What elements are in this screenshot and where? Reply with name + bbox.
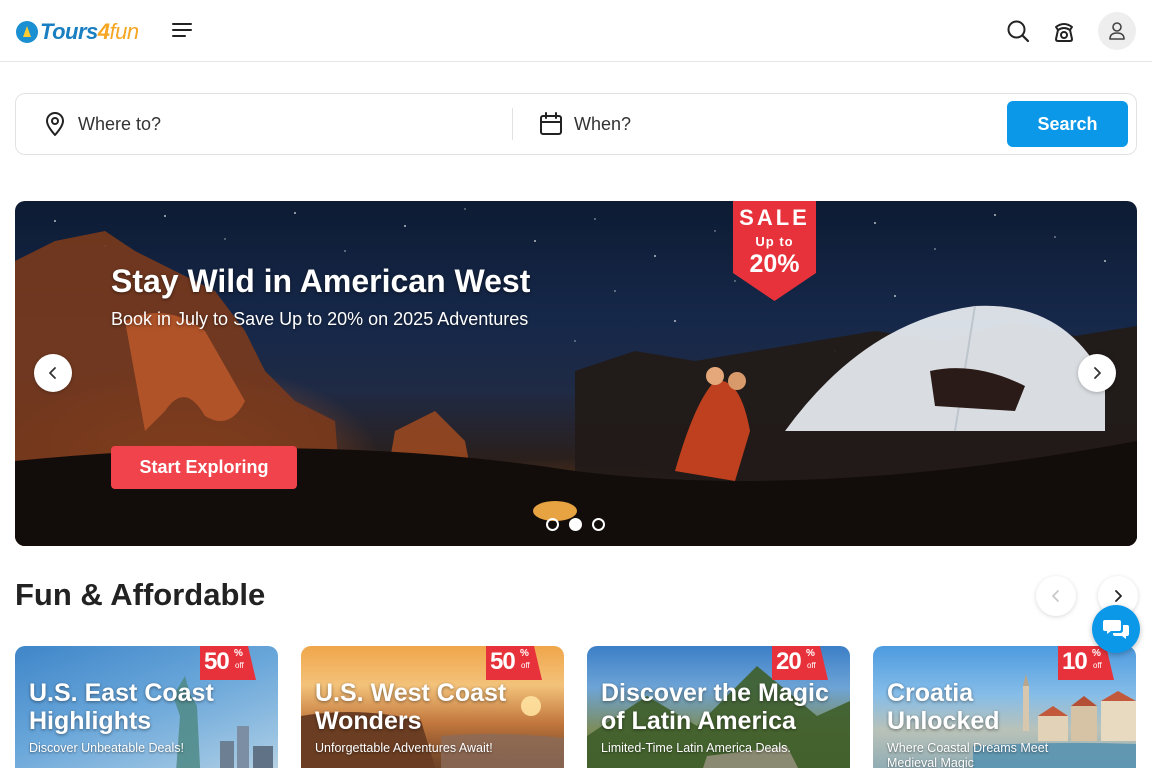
chevron-left-icon <box>49 367 56 379</box>
card-title-line2: of Latin America <box>601 707 796 735</box>
hero-background-illustration <box>15 208 1137 546</box>
sale-badge-line2: Up to <box>755 234 794 249</box>
carousel-dot-3[interactable] <box>592 518 605 531</box>
phone-support-icon[interactable] <box>1050 17 1078 45</box>
card-title-line1: Croatia <box>887 679 974 707</box>
carousel-dot-1[interactable] <box>546 518 559 531</box>
section-prev-button[interactable] <box>1036 576 1076 616</box>
card-title: U.S. West Coast Wonders <box>315 679 555 735</box>
search-icon[interactable] <box>1004 17 1032 45</box>
chat-button[interactable] <box>1092 605 1140 653</box>
top-header: Tours4fun <box>0 0 1152 62</box>
date-placeholder: When? <box>574 113 632 134</box>
logo-text-fun: fun <box>109 19 140 44</box>
hero-banner: Stay Wild in American West Book in July … <box>15 201 1137 546</box>
discount-badge: 20 % off <box>772 646 828 680</box>
card-title-line1: Discover the Magic <box>601 679 829 707</box>
menu-icon[interactable] <box>172 20 196 42</box>
discount-badge: 50 % off <box>486 646 542 680</box>
carousel-dot-2[interactable] <box>569 518 582 531</box>
discount-percent: % <box>1092 648 1101 659</box>
card-title-line2: Unlocked <box>887 707 1000 735</box>
deal-card-croatia[interactable]: 10 % off Croatia Unlocked Where Coastal D… <box>873 646 1136 768</box>
sale-badge: SALE Up to 20% <box>733 201 816 301</box>
card-title-line2: Wonders <box>315 707 422 735</box>
discount-value: 20 <box>776 648 802 675</box>
hero-next-button[interactable] <box>1078 354 1116 392</box>
logo-text-tours: Tours <box>40 19 98 44</box>
section-title: Fun & Affordable <box>15 577 266 612</box>
card-title-line2: Highlights <box>29 707 152 735</box>
date-field[interactable]: When? <box>538 108 631 140</box>
card-title: Discover the Magic of Latin America <box>601 679 841 735</box>
discount-value: 50 <box>490 648 516 675</box>
card-subtitle: Discover Unbeatable Deals! <box>29 741 184 755</box>
user-icon <box>1109 22 1125 40</box>
deal-card-west-coast[interactable]: 50 % off U.S. West Coast Wonders Unforget… <box>301 646 564 768</box>
discount-off: off <box>807 661 816 670</box>
card-subtitle: Unforgettable Adventures Await! <box>315 741 493 755</box>
calendar-icon <box>540 112 562 135</box>
card-title-line1: U.S. West Coast <box>315 679 507 707</box>
card-subtitle: Limited-Time Latin America Deals. <box>601 741 791 755</box>
location-pin-icon <box>46 112 64 136</box>
chat-icon <box>1103 620 1129 639</box>
sale-badge-line1: SALE <box>739 205 810 230</box>
destination-placeholder: Where to? <box>78 113 162 134</box>
logo-mark-icon <box>16 21 38 43</box>
deal-card-latin-america[interactable]: 20 % off Discover the Magic of Latin Amer… <box>587 646 850 768</box>
carousel-dots <box>546 518 605 531</box>
discount-value: 50 <box>204 648 230 675</box>
logo-text-4: 4 <box>97 19 110 44</box>
card-subtitle: Where Coastal Dreams Meet Medieval Magic <box>887 741 1049 768</box>
search-divider <box>512 108 513 140</box>
discount-off: off <box>235 661 244 670</box>
card-title: U.S. East Coast Highlights <box>29 679 269 735</box>
discount-percent: % <box>806 648 815 659</box>
hero-title: Stay Wild in American West <box>111 263 531 299</box>
chevron-right-icon <box>1094 367 1101 379</box>
destination-field[interactable]: Where to? <box>42 108 161 140</box>
search-button[interactable]: Search <box>1007 101 1128 147</box>
user-avatar-button[interactable] <box>1098 12 1136 50</box>
card-title-line1: U.S. East Coast <box>29 679 214 707</box>
chevron-right-icon <box>1115 590 1122 602</box>
chevron-left-icon <box>1052 590 1059 602</box>
discount-off: off <box>521 661 530 670</box>
discount-off: off <box>1093 661 1102 670</box>
start-exploring-button[interactable]: Start Exploring <box>111 446 297 489</box>
discount-value: 10 <box>1062 648 1088 675</box>
card-title: Croatia Unlocked <box>887 679 1127 735</box>
discount-badge: 10 % off <box>1058 646 1114 680</box>
deal-card-east-coast[interactable]: 50 % off U.S. East Coast Highlights Disco… <box>15 646 278 768</box>
discount-badge: 50 % off <box>200 646 256 680</box>
search-bar: Where to? When? Search <box>15 93 1137 155</box>
tours4fun-logo[interactable]: Tours4fun <box>16 18 139 46</box>
hero-subtitle: Book in July to Save Up to 20% on 2025 A… <box>111 309 529 329</box>
sale-badge-line3: 20% <box>749 250 800 278</box>
discount-percent: % <box>234 648 243 659</box>
hero-prev-button[interactable] <box>34 354 72 392</box>
discount-percent: % <box>520 648 529 659</box>
